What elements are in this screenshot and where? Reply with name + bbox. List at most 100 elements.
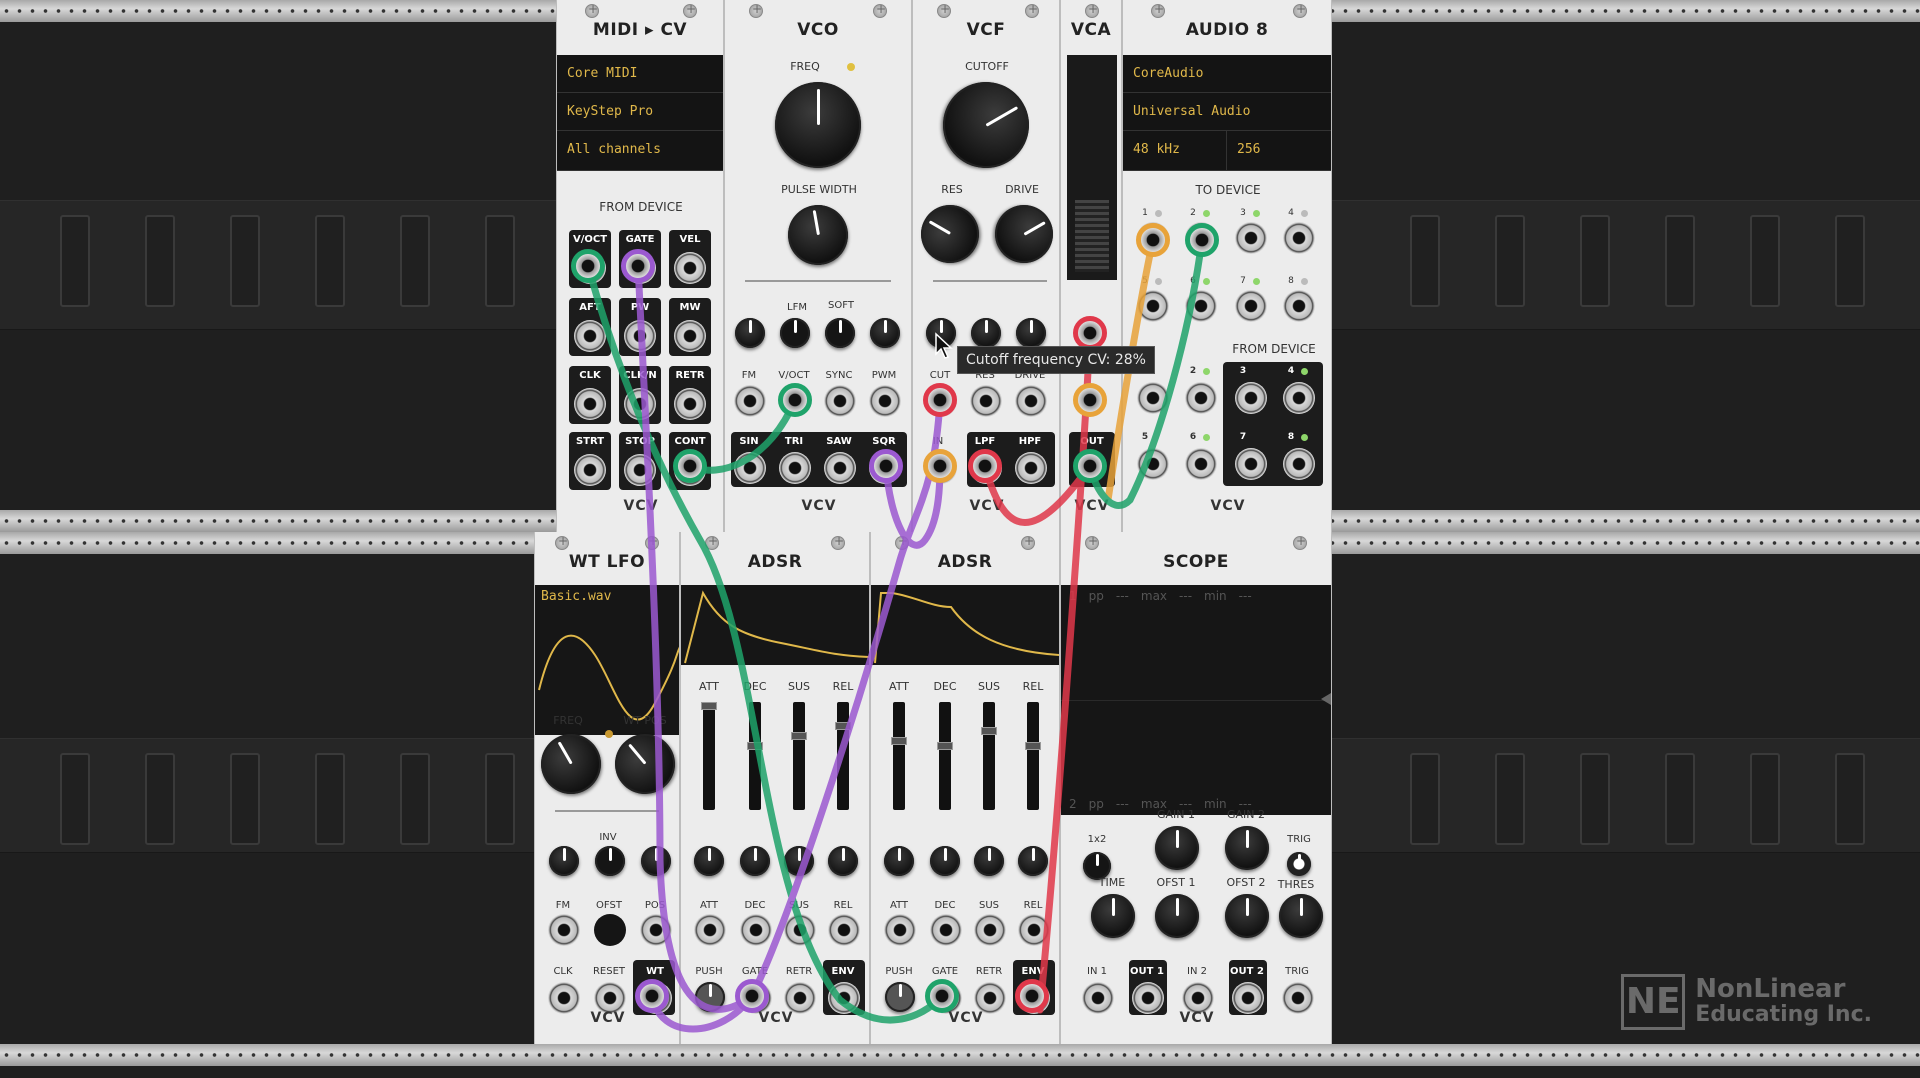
midi-output-jack[interactable] bbox=[674, 320, 706, 352]
from-device-jack[interactable] bbox=[1185, 382, 1217, 414]
attenuator-knob[interactable] bbox=[974, 846, 1004, 876]
attenuator-knob[interactable] bbox=[641, 846, 671, 876]
to-device-jack[interactable] bbox=[1235, 222, 1267, 254]
cable-plug[interactable] bbox=[673, 449, 707, 483]
time-knob[interactable] bbox=[1091, 894, 1135, 938]
gain-2-knob[interactable] bbox=[1225, 826, 1269, 870]
from-device-jack[interactable] bbox=[1235, 382, 1267, 414]
to-device-jack[interactable] bbox=[1185, 290, 1217, 322]
invert-switch[interactable] bbox=[595, 846, 625, 876]
cable-plug[interactable] bbox=[923, 449, 957, 483]
envelope-slider[interactable] bbox=[1025, 702, 1041, 810]
attenuator-knob[interactable] bbox=[884, 846, 914, 876]
scope-display[interactable]: 1 pp --- max --- min --- 2 pp --- max --… bbox=[1061, 585, 1331, 815]
input-jack[interactable] bbox=[970, 385, 1002, 417]
from-device-jack[interactable] bbox=[1185, 448, 1217, 480]
from-device-jack[interactable] bbox=[1137, 448, 1169, 480]
envelope-slider[interactable] bbox=[701, 702, 717, 810]
cable-plug[interactable] bbox=[778, 383, 812, 417]
from-device-jack[interactable] bbox=[1235, 448, 1267, 480]
attenuator-knob[interactable] bbox=[1016, 318, 1046, 348]
attenuator-knob[interactable] bbox=[694, 846, 724, 876]
midi-output-jack[interactable] bbox=[574, 454, 606, 486]
cutoff-knob[interactable] bbox=[927, 66, 1045, 184]
input-jack[interactable] bbox=[869, 385, 901, 417]
cv-input-jack[interactable] bbox=[784, 914, 816, 946]
push-button[interactable] bbox=[695, 982, 725, 1012]
cable-plug[interactable] bbox=[1073, 449, 1107, 483]
offset-switch[interactable] bbox=[594, 914, 626, 946]
cable-plug[interactable] bbox=[1136, 223, 1170, 257]
to-device-jack[interactable] bbox=[1235, 290, 1267, 322]
cv-input-jack[interactable] bbox=[694, 914, 726, 946]
cable-plug[interactable] bbox=[968, 449, 1002, 483]
envelope-slider[interactable] bbox=[891, 702, 907, 810]
midi-output-jack[interactable] bbox=[574, 320, 606, 352]
offset-2-knob[interactable] bbox=[1225, 894, 1269, 938]
envelope-slider[interactable] bbox=[981, 702, 997, 810]
block-size-select[interactable]: 256 bbox=[1227, 131, 1331, 171]
threshold-knob[interactable] bbox=[1279, 894, 1323, 938]
freq-knob[interactable] bbox=[535, 723, 612, 805]
cv-input-jack[interactable] bbox=[1018, 914, 1050, 946]
from-device-jack[interactable] bbox=[1283, 382, 1315, 414]
to-device-jack[interactable] bbox=[1283, 222, 1315, 254]
cable-plug[interactable] bbox=[1015, 979, 1049, 1013]
output-jack[interactable] bbox=[734, 452, 766, 484]
level-slider[interactable] bbox=[1075, 200, 1109, 272]
midi-output-jack[interactable] bbox=[624, 388, 656, 420]
push-button[interactable] bbox=[885, 982, 915, 1012]
trigger-button[interactable] bbox=[1287, 852, 1311, 876]
midi-channel-select[interactable]: All channels bbox=[557, 131, 723, 171]
midi-output-jack[interactable] bbox=[674, 388, 706, 420]
midi-device-select[interactable]: KeyStep Pro bbox=[557, 93, 723, 131]
cable-plug[interactable] bbox=[1185, 223, 1219, 257]
cv-input-jack[interactable] bbox=[884, 914, 916, 946]
midi-output-jack[interactable] bbox=[624, 454, 656, 486]
midi-output-jack[interactable] bbox=[574, 388, 606, 420]
cable-plug[interactable] bbox=[621, 249, 655, 283]
sample-rate-select[interactable]: 48 kHz bbox=[1123, 131, 1227, 171]
offset-1-knob[interactable] bbox=[1155, 894, 1199, 938]
gain-1-knob[interactable] bbox=[1155, 826, 1199, 870]
drive-knob[interactable] bbox=[984, 194, 1059, 274]
cv-input-jack[interactable] bbox=[930, 914, 962, 946]
attenuator-knob[interactable] bbox=[971, 318, 1001, 348]
cable-plug[interactable] bbox=[923, 383, 957, 417]
cable-plug[interactable] bbox=[1073, 383, 1107, 417]
midi-output-jack[interactable] bbox=[624, 320, 656, 352]
envelope-slider[interactable] bbox=[791, 702, 807, 810]
midi-driver-select[interactable]: Core MIDI bbox=[557, 55, 723, 93]
midi-output-jack[interactable] bbox=[674, 252, 706, 284]
output-jack[interactable] bbox=[1015, 452, 1047, 484]
cable-plug[interactable] bbox=[735, 979, 769, 1013]
to-device-jack[interactable] bbox=[1137, 290, 1169, 322]
envelope-slider[interactable] bbox=[747, 702, 763, 810]
cable-plug[interactable] bbox=[635, 979, 669, 1013]
output-jack[interactable] bbox=[779, 452, 811, 484]
toggle-switch[interactable] bbox=[825, 318, 855, 348]
from-device-jack[interactable] bbox=[1283, 448, 1315, 480]
envelope-slider[interactable] bbox=[937, 702, 953, 810]
pulse-width-knob[interactable] bbox=[783, 200, 853, 270]
attenuator-knob[interactable] bbox=[870, 318, 900, 348]
freq-knob[interactable] bbox=[775, 82, 861, 168]
attenuator-knob[interactable] bbox=[1018, 846, 1048, 876]
to-device-jack[interactable] bbox=[1283, 290, 1315, 322]
attenuator-knob[interactable] bbox=[784, 846, 814, 876]
toggle-switch[interactable] bbox=[780, 318, 810, 348]
cable-plug[interactable] bbox=[571, 249, 605, 283]
attenuator-knob[interactable] bbox=[549, 846, 579, 876]
input-jack[interactable] bbox=[734, 385, 766, 417]
envelope-slider[interactable] bbox=[835, 702, 851, 810]
cable-plug[interactable] bbox=[869, 449, 903, 483]
attenuator-knob[interactable] bbox=[740, 846, 770, 876]
wavetable-display[interactable]: Basic.wav bbox=[535, 585, 679, 735]
attenuator-knob[interactable] bbox=[735, 318, 765, 348]
audio-device-select[interactable]: Universal Audio Thunderbolt bbox=[1123, 93, 1331, 131]
cv-input-jack[interactable] bbox=[640, 914, 672, 946]
audio-driver-select[interactable]: CoreAudio bbox=[1123, 55, 1331, 93]
input-jack[interactable] bbox=[824, 385, 856, 417]
cv-input-jack[interactable] bbox=[548, 914, 580, 946]
from-device-jack[interactable] bbox=[1137, 382, 1169, 414]
